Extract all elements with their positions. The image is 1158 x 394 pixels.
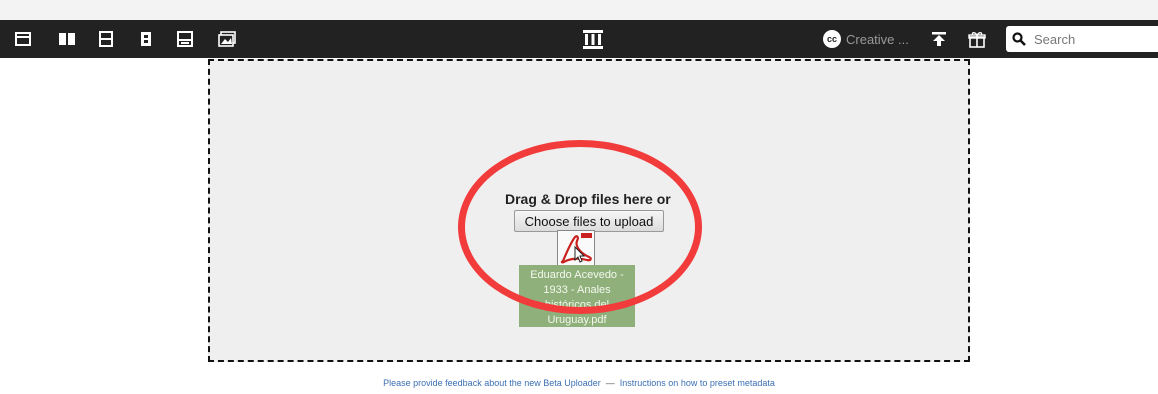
license-label: Creative ... [846, 31, 909, 47]
archive-building-icon[interactable] [578, 20, 608, 58]
search-input[interactable] [1032, 30, 1156, 48]
file-name-label: Eduardo Acevedo - 1933 - Anales históric… [519, 265, 635, 327]
footer-separator: — [605, 378, 615, 388]
search-icon [1012, 32, 1026, 46]
upload-icon[interactable] [924, 20, 954, 58]
creative-commons-icon: cc [823, 30, 841, 48]
choose-files-button[interactable]: Choose files to upload [514, 210, 664, 232]
gift-icon[interactable] [962, 20, 992, 58]
browser-top-strip [0, 0, 1158, 20]
software-icon[interactable] [170, 20, 200, 58]
images-icon[interactable] [212, 20, 242, 58]
pdf-file-icon [557, 230, 595, 266]
web-icon[interactable] [8, 20, 38, 58]
instructions-link[interactable]: Instructions on how to preset metadata [620, 378, 775, 388]
search-box[interactable] [1006, 26, 1158, 52]
video-icon[interactable] [91, 20, 121, 58]
top-toolbar: cc Creative ... [0, 20, 1158, 58]
feedback-link[interactable]: Please provide feedback about the new Be… [383, 378, 601, 388]
texts-icon[interactable] [52, 20, 82, 58]
audio-icon[interactable] [131, 20, 161, 58]
license-selector[interactable]: cc Creative ... [823, 20, 909, 58]
footer: Please provide feedback about the new Be… [0, 378, 1158, 388]
drop-instructions: Drag & Drop files here or [505, 191, 671, 207]
